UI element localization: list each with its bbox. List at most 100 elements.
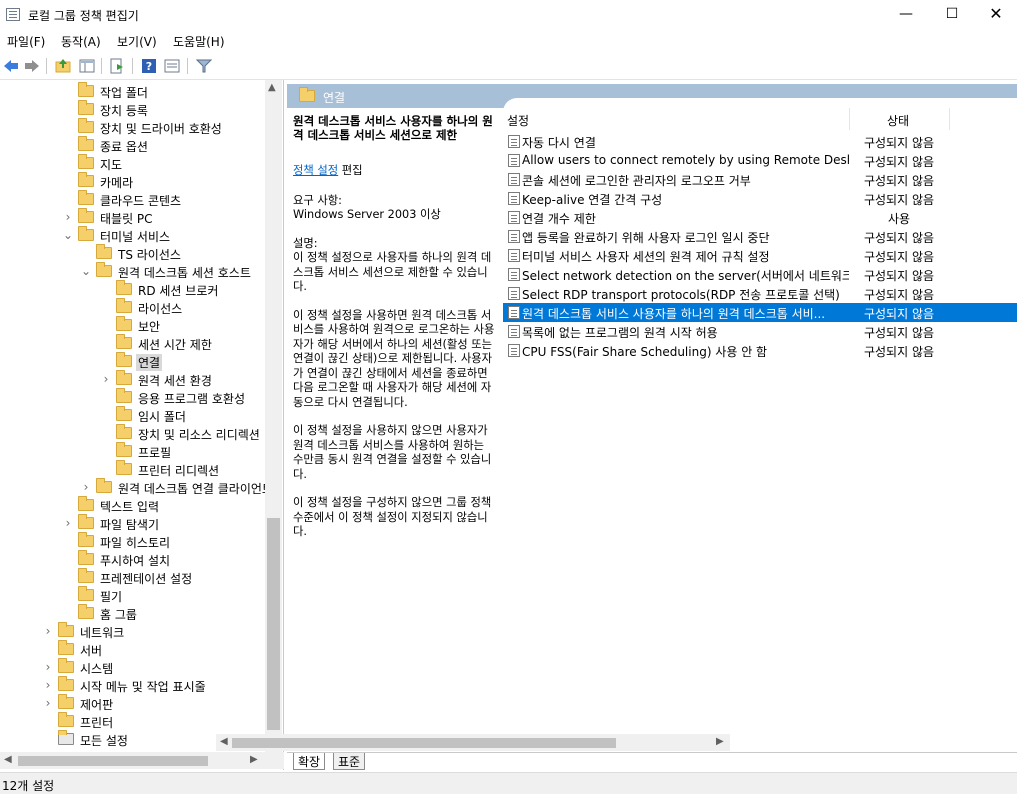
policy-row[interactable]: Allow users to connect remotely by using… xyxy=(503,151,1017,170)
tree-item[interactable]: 작업 폴더 xyxy=(0,82,265,100)
tree-item[interactable]: 장치 및 리소스 리디렉션 xyxy=(0,424,265,442)
edit-policy-link[interactable]: 정책 설정 xyxy=(293,164,338,177)
back-icon[interactable] xyxy=(2,57,20,75)
policy-state: 구성되지 않음 xyxy=(863,231,935,245)
filter-icon[interactable] xyxy=(195,57,213,75)
tree-vertical-scrollbar[interactable]: ▲ ▼ xyxy=(265,80,282,752)
policy-row[interactable]: 앱 등록을 완료하기 위해 사용자 로그인 일시 중단 구성되지 않음 xyxy=(503,227,1017,246)
policy-row[interactable]: 원격 데스크톱 서비스 사용자를 하나의 원격 데스크톱 서비... 구성되지 않… xyxy=(503,303,1017,322)
tree-horizontal-scrollbar[interactable]: ◀ ▶ xyxy=(0,752,284,769)
tree-item-label: 세션 시간 제한 xyxy=(138,338,212,352)
tree-item[interactable]: 보안 xyxy=(0,316,265,334)
help-icon[interactable]: ? xyxy=(140,57,158,75)
tab-expanded[interactable]: 확장 xyxy=(293,753,326,770)
tree-item[interactable]: › 제어판 xyxy=(0,694,265,712)
tree-item[interactable]: ⌄ 터미널 서비스 xyxy=(0,226,265,244)
forward-icon[interactable] xyxy=(23,57,41,75)
policy-name: 원격 데스크톱 서비스 사용자를 하나의 원격 데스크톱 서비... xyxy=(522,307,826,321)
tree-item[interactable]: 프레젠테이션 설정 xyxy=(0,568,265,586)
policy-row[interactable]: Keep-alive 연결 간격 구성 구성되지 않음 xyxy=(503,189,1017,208)
description-pane: 원격 데스크톱 서비스 사용자를 하나의 원격 데스크톱 서비스 세션으로 제한… xyxy=(293,114,498,734)
policy-row[interactable]: 터미널 서비스 사용자 세션의 원격 제어 규칙 설정 구성되지 않음 xyxy=(503,246,1017,265)
scroll-left-icon[interactable]: ◀ xyxy=(4,754,12,765)
tree-item[interactable]: › 시스템 xyxy=(0,658,265,676)
tree-item[interactable]: 종료 옵션 xyxy=(0,136,265,154)
collapse-arrow-icon[interactable]: ⌄ xyxy=(62,226,74,244)
tree-item[interactable]: 프로필 xyxy=(0,442,265,460)
tree-item-label: 라이선스 xyxy=(138,302,183,316)
menu-action[interactable]: 동작(A) xyxy=(61,33,101,50)
tree-item[interactable]: ⌄ 원격 데스크톱 세션 호스트 xyxy=(0,262,265,280)
tree-item[interactable]: › 파일 탐색기 xyxy=(0,514,265,532)
expand-arrow-icon[interactable]: › xyxy=(62,514,74,532)
tree-item[interactable]: 프린터 리디렉션 xyxy=(0,460,265,478)
export-list-icon[interactable] xyxy=(108,57,126,75)
menu-view[interactable]: 보기(V) xyxy=(117,33,157,50)
tree-item[interactable]: TS 라이선스 xyxy=(0,244,265,262)
expand-arrow-icon[interactable]: › xyxy=(42,676,54,694)
menu-help[interactable]: 도움말(H) xyxy=(173,33,225,50)
policy-row[interactable]: 연결 개수 제한 사용 xyxy=(503,208,1017,227)
policy-name: CPU FSS(Fair Share Scheduling) 사용 안 함 xyxy=(522,345,768,359)
tree-item[interactable]: 라이선스 xyxy=(0,298,265,316)
tree-item[interactable]: 텍스트 입력 xyxy=(0,496,265,514)
tree-item-label: 터미널 서비스 xyxy=(100,230,171,244)
tree-item[interactable]: 장치 및 드라이버 호환성 xyxy=(0,118,265,136)
list-horizontal-scrollbar[interactable]: ◀ ▶ xyxy=(216,734,730,751)
tree-item-label: 제어판 xyxy=(80,698,114,712)
expand-arrow-icon[interactable]: › xyxy=(42,622,54,640)
expand-arrow-icon[interactable]: › xyxy=(80,478,92,496)
expand-arrow-icon[interactable]: › xyxy=(42,658,54,676)
policy-row[interactable]: 자동 다시 연결 구성되지 않음 xyxy=(503,132,1017,151)
tree-item[interactable]: › 시작 메뉴 및 작업 표시줄 xyxy=(0,676,265,694)
status-text: 12개 설정 xyxy=(2,779,55,793)
tree-item[interactable]: › 원격 데스크톱 연결 클라이언트 xyxy=(0,478,273,496)
folder-icon xyxy=(78,190,94,205)
scroll-right-icon[interactable]: ▶ xyxy=(250,754,258,765)
tree-item[interactable]: › 태블릿 PC xyxy=(0,208,265,226)
tree-item[interactable]: › 원격 세션 환경 xyxy=(0,370,265,388)
column-state[interactable]: 상태 xyxy=(887,112,909,129)
tree-item[interactable]: 프린터 xyxy=(0,712,265,730)
tab-standard[interactable]: 표준 xyxy=(333,753,366,770)
tree-item[interactable]: RD 세션 브로커 xyxy=(0,280,265,298)
tree-item[interactable]: › 네트워크 xyxy=(0,622,265,640)
menu-file[interactable]: 파일(F) xyxy=(7,33,45,50)
list-scroll-right-icon[interactable]: ▶ xyxy=(716,736,724,747)
tree-scroll-thumb[interactable] xyxy=(267,518,280,730)
tree-item[interactable]: 장치 등록 xyxy=(0,100,265,118)
tree-item[interactable]: 연결 xyxy=(0,352,265,371)
tree-item[interactable]: 지도 xyxy=(0,154,265,172)
column-setting[interactable]: 설정 xyxy=(507,112,529,129)
tree-item[interactable]: 푸시하여 설치 xyxy=(0,550,265,568)
tree-item[interactable]: 서버 xyxy=(0,640,265,658)
tree-item[interactable]: 세션 시간 제한 xyxy=(0,334,265,352)
folder-icon xyxy=(96,244,112,259)
tree-item[interactable]: 필기 xyxy=(0,586,265,604)
minimize-button[interactable]: — xyxy=(883,0,929,30)
expand-arrow-icon[interactable]: › xyxy=(42,694,54,712)
policy-row[interactable]: Select network detection on the server(서… xyxy=(503,265,1017,284)
tree-hscroll-thumb[interactable] xyxy=(18,756,208,766)
show-hide-tree-icon[interactable] xyxy=(78,57,96,75)
tree-item[interactable]: 홈 그룹 xyxy=(0,604,265,622)
expand-arrow-icon[interactable]: › xyxy=(100,370,112,388)
policy-row[interactable]: 콘솔 세션에 로그인한 관리자의 로그오프 거부 구성되지 않음 xyxy=(503,170,1017,189)
policy-row[interactable]: CPU FSS(Fair Share Scheduling) 사용 안 함 구성되… xyxy=(503,341,1017,360)
close-button[interactable]: ✕ xyxy=(973,0,1017,30)
maximize-button[interactable]: ☐ xyxy=(929,0,975,30)
list-scroll-left-icon[interactable]: ◀ xyxy=(220,736,228,747)
policy-row[interactable]: 목록에 없는 프로그램의 원격 시작 허용 구성되지 않음 xyxy=(503,322,1017,341)
up-folder-icon[interactable] xyxy=(54,57,72,75)
tree-item[interactable]: 클라우드 콘텐츠 xyxy=(0,190,265,208)
tree-item[interactable]: 임시 폴더 xyxy=(0,406,265,424)
expand-arrow-icon[interactable]: › xyxy=(62,208,74,226)
tree-item[interactable]: 카메라 xyxy=(0,172,265,190)
properties-icon[interactable] xyxy=(163,57,181,75)
list-hscroll-thumb[interactable] xyxy=(232,738,616,748)
scroll-up-icon[interactable]: ▲ xyxy=(268,82,276,93)
tree-item[interactable]: 파일 히스토리 xyxy=(0,532,265,550)
collapse-arrow-icon[interactable]: ⌄ xyxy=(80,262,92,280)
policy-row[interactable]: Select RDP transport protocols(RDP 전송 프로… xyxy=(503,284,1017,303)
tree-item[interactable]: 응용 프로그램 호환성 xyxy=(0,388,265,406)
